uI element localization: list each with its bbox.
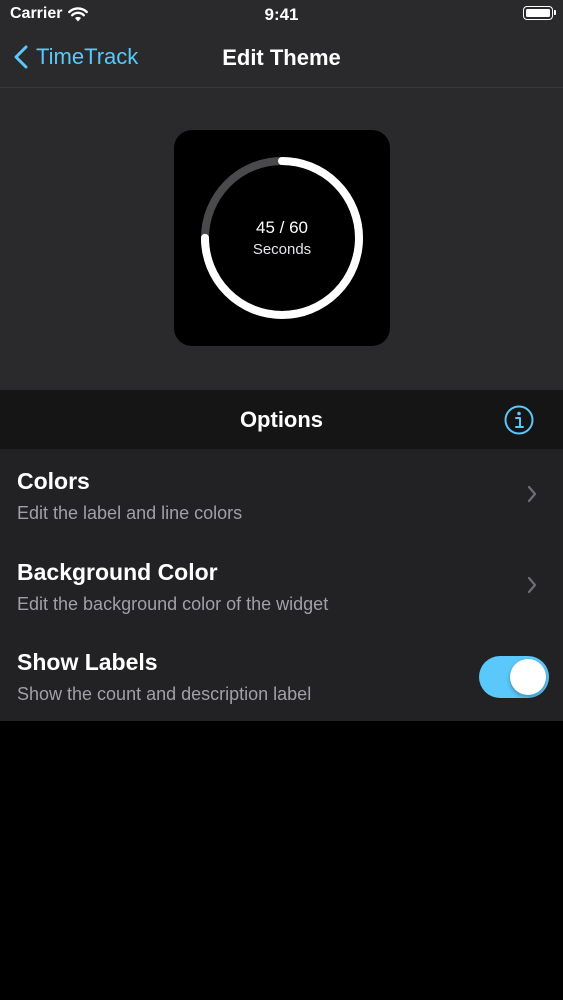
option-title: Colors — [17, 468, 90, 494]
status-bar: Carrier 9:41 — [0, 0, 563, 30]
option-title: Show Labels — [17, 649, 158, 675]
widget-count-label: 45 / 60 — [256, 218, 308, 237]
options-header: Options — [0, 390, 563, 449]
status-time: 9:41 — [264, 5, 299, 24]
battery-icon — [523, 6, 556, 20]
progress-ring — [201, 157, 363, 319]
page-title: Edit Theme — [222, 45, 341, 70]
widget-preview-area: 45 / 60 Seconds — [0, 88, 563, 390]
options-list: Colors Edit the label and line colors Ba… — [0, 449, 563, 721]
chevron-right-icon — [527, 576, 537, 594]
navigation-bar: TimeTrack Edit Theme — [0, 30, 563, 88]
options-title: Options — [239, 407, 324, 432]
option-background-color[interactable]: Background Color Edit the background col… — [0, 540, 563, 630]
option-subtitle: Show the count and description label — [17, 684, 312, 704]
option-subtitle: Edit the label and line colors — [17, 503, 243, 523]
option-subtitle: Edit the background color of the widget — [17, 594, 329, 614]
widget-description-label: Seconds — [252, 241, 312, 258]
option-colors[interactable]: Colors Edit the label and line colors — [0, 449, 563, 539]
info-icon[interactable] — [503, 404, 535, 436]
battery-level — [526, 9, 550, 17]
widget-preview: 45 / 60 Seconds — [174, 130, 390, 346]
option-title: Background Color — [17, 559, 218, 585]
option-show-labels: Show Labels Show the count and descripti… — [0, 630, 563, 720]
show-labels-toggle[interactable] — [479, 656, 549, 698]
toggle-knob — [510, 659, 546, 695]
chevron-right-icon — [527, 485, 537, 503]
